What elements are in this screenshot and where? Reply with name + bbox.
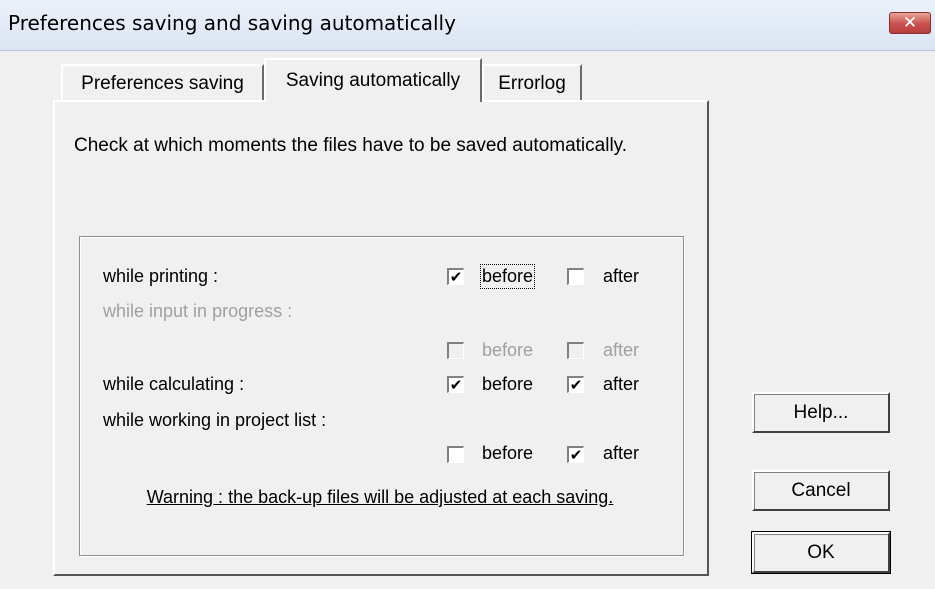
tab-label: Errorlog	[498, 73, 566, 94]
project-before-label[interactable]: before	[482, 443, 533, 464]
help-button[interactable]: Help...	[752, 392, 890, 433]
intro-text: Check at which moments the files have to…	[74, 135, 628, 156]
row-label-calculating: while calculating :	[103, 374, 245, 394]
title-bar: Preferences saving and saving automatica…	[0, 0, 935, 51]
close-button[interactable]: ✕	[889, 12, 931, 34]
project-after-label[interactable]: after	[603, 443, 639, 464]
warning-text: Warning : the back-up files will be adju…	[146, 487, 614, 507]
row-label-project-list: while working in project list :	[103, 410, 327, 430]
tab-label: Preferences saving	[81, 73, 244, 94]
input-before-label[interactable]: before	[482, 340, 533, 361]
project-after-checkbox[interactable]: ✔	[567, 446, 584, 463]
cancel-button[interactable]: Cancel	[752, 470, 890, 511]
tab-preferences-saving[interactable]: Preferences saving	[61, 64, 264, 102]
ok-button-label: OK	[807, 541, 835, 563]
cancel-button-label: Cancel	[791, 479, 851, 501]
ok-button[interactable]: OK	[751, 531, 891, 574]
printing-after-label[interactable]: after	[603, 266, 639, 287]
printing-before-checkbox[interactable]: ✔	[447, 268, 464, 285]
help-button-label: Help...	[793, 401, 849, 423]
calculating-after-label[interactable]: after	[603, 374, 639, 395]
input-before-checkbox[interactable]	[447, 342, 464, 359]
check-icon: ✔	[569, 445, 583, 464]
row-label-printing: while printing :	[103, 266, 219, 286]
tab-errorlog[interactable]: Errorlog	[482, 64, 582, 102]
printing-after-checkbox[interactable]	[567, 268, 584, 285]
check-icon: ✔	[449, 267, 463, 286]
printing-before-label[interactable]: before	[479, 264, 536, 289]
calculating-before-label[interactable]: before	[482, 374, 533, 395]
check-icon: ✔	[449, 375, 463, 394]
input-after-label[interactable]: after	[603, 340, 639, 361]
project-before-checkbox[interactable]	[447, 446, 464, 463]
input-after-checkbox[interactable]	[567, 342, 584, 359]
close-icon: ✕	[902, 13, 918, 33]
tab-saving-automatically[interactable]: Saving automatically	[264, 58, 482, 102]
calculating-after-checkbox[interactable]: ✔	[567, 376, 584, 393]
calculating-before-checkbox[interactable]: ✔	[447, 376, 464, 393]
check-icon: ✔	[569, 375, 583, 394]
tab-label: Saving automatically	[285, 70, 461, 91]
row-label-input: while input in progress :	[103, 301, 293, 321]
window-title: Preferences saving and saving automatica…	[8, 11, 456, 35]
